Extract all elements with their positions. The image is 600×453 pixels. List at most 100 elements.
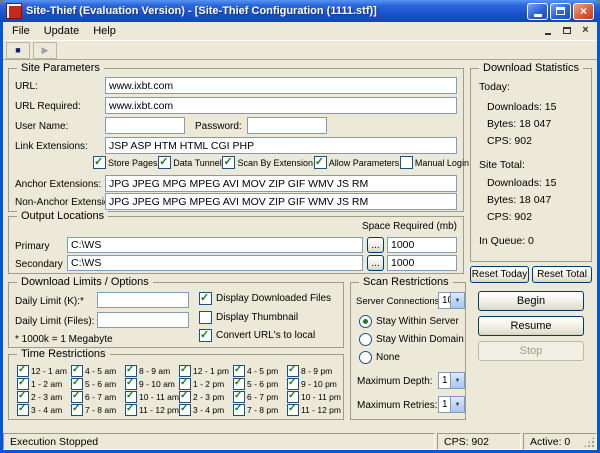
time-slot-checkbox[interactable]: 12 - 1 pm bbox=[179, 364, 233, 377]
manual-login-checkbox[interactable]: Manual Login bbox=[399, 156, 469, 169]
toolbar-play-button[interactable]: ▶ bbox=[33, 41, 57, 59]
display-downloaded-files-checkbox[interactable]: Display Downloaded Files bbox=[199, 291, 332, 305]
time-slot-checkbox[interactable]: 8 - 9 pm bbox=[286, 364, 341, 377]
data-tunnel-checkbox[interactable]: Data Tunnel bbox=[158, 155, 222, 169]
checkbox-box bbox=[199, 291, 212, 305]
secondary-path-input[interactable] bbox=[67, 255, 363, 271]
stay-within-server-radio[interactable]: Stay Within Server bbox=[359, 315, 459, 328]
checkbox-box bbox=[70, 390, 83, 403]
time-slot-checkbox[interactable]: 9 - 10 pm bbox=[286, 377, 341, 390]
menu-file[interactable]: File bbox=[5, 24, 37, 38]
play-icon: ▶ bbox=[41, 44, 49, 55]
display-downloaded-files-label: Display Downloaded Files bbox=[216, 293, 332, 304]
secondary-space-input[interactable] bbox=[387, 255, 457, 271]
time-slot-checkbox[interactable]: 4 - 5 am bbox=[70, 364, 125, 377]
none-radio[interactable]: None bbox=[359, 351, 400, 364]
toolbar-stop-button[interactable]: ■ bbox=[6, 41, 30, 59]
close-button[interactable]: × bbox=[573, 2, 594, 20]
checkbox-box bbox=[232, 390, 245, 403]
checkbox-box bbox=[313, 155, 327, 169]
non-anchor-extensions-input[interactable] bbox=[105, 193, 457, 210]
mdi-close-icon: × bbox=[582, 23, 589, 36]
time-slot-label: 3 - 4 pm bbox=[193, 404, 225, 415]
menubar: File Update Help × bbox=[3, 22, 597, 40]
total-cps: CPS: 902 bbox=[487, 211, 532, 223]
time-slot-checkbox[interactable]: 2 - 3 pm bbox=[179, 390, 233, 403]
status-cps-panel: CPS: 902 bbox=[437, 433, 521, 450]
time-slot-checkbox[interactable]: 3 - 4 am bbox=[17, 403, 71, 416]
time-slot-checkbox[interactable]: 11 - 12 pm bbox=[124, 403, 179, 416]
time-slot-label: 10 - 11 pm bbox=[300, 391, 341, 402]
begin-button[interactable]: Begin bbox=[478, 291, 584, 311]
time-slot-checkbox[interactable]: 1 - 2 am bbox=[17, 377, 71, 390]
time-slot-checkbox[interactable]: 6 - 7 am bbox=[70, 390, 125, 403]
checkbox-box bbox=[222, 155, 236, 169]
mdi-restore-button[interactable] bbox=[558, 23, 575, 37]
close-icon: × bbox=[579, 4, 587, 18]
minimize-button[interactable] bbox=[527, 2, 548, 20]
time-slot-checkbox[interactable]: 5 - 6 am bbox=[70, 377, 125, 390]
time-slot-checkbox[interactable]: 7 - 8 pm bbox=[232, 403, 287, 416]
time-slot-label: 7 - 8 pm bbox=[246, 404, 279, 415]
store-pages-checkbox[interactable]: Store Pages bbox=[93, 155, 158, 169]
user-name-input[interactable] bbox=[105, 117, 185, 134]
server-connections-select[interactable]: 10 ▼ bbox=[438, 292, 465, 309]
maximize-icon bbox=[556, 7, 565, 15]
stay-within-domain-radio[interactable]: Stay Within Domain bbox=[359, 333, 464, 346]
time-slot-checkbox[interactable]: 12 - 1 am bbox=[17, 364, 71, 377]
time-slot-label: 1 - 2 pm bbox=[193, 378, 225, 389]
time-slot-checkbox[interactable]: 10 - 11 pm bbox=[286, 390, 341, 403]
primary-browse-button[interactable]: ... bbox=[367, 237, 384, 253]
maximize-button[interactable] bbox=[550, 2, 571, 20]
time-slot-checkbox[interactable]: 3 - 4 pm bbox=[179, 403, 233, 416]
maximum-depth-select[interactable]: 1 ▼ bbox=[438, 372, 465, 389]
url-input[interactable] bbox=[105, 77, 457, 94]
link-extensions-input[interactable] bbox=[105, 137, 457, 154]
time-slot-checkbox[interactable]: 10 - 11 am bbox=[124, 390, 179, 403]
time-slot-checkbox[interactable]: 6 - 7 pm bbox=[232, 390, 287, 403]
mdi-minimize-button[interactable] bbox=[539, 23, 556, 37]
menu-update[interactable]: Update bbox=[37, 24, 86, 38]
allow-parameters-checkbox[interactable]: Allow Parameters bbox=[313, 155, 399, 169]
radio-circle bbox=[359, 333, 372, 346]
time-slot-checkbox[interactable]: 8 - 9 am bbox=[124, 364, 179, 377]
daily-limit-files-input[interactable] bbox=[97, 312, 189, 328]
url-required-input[interactable] bbox=[105, 97, 457, 114]
time-slot-label: 6 - 7 am bbox=[84, 391, 117, 402]
daily-limit-k-input[interactable] bbox=[97, 292, 189, 308]
time-slot-label: 4 - 5 am bbox=[84, 365, 117, 376]
convert-urls-checkbox[interactable]: Convert URL's to local bbox=[199, 328, 316, 342]
mdi-close-button[interactable]: × bbox=[577, 23, 594, 37]
titlebar[interactable]: Site-Thief (Evaluation Version) - [Site-… bbox=[0, 0, 600, 22]
maximum-retries-select[interactable]: 1 ▼ bbox=[438, 396, 465, 413]
time-slot-checkbox[interactable]: 9 - 10 am bbox=[124, 377, 179, 390]
secondary-browse-button[interactable]: ... bbox=[367, 255, 384, 271]
reset-today-button[interactable]: Reset Today bbox=[470, 266, 529, 283]
link-extensions-label: Link Extensions: bbox=[15, 141, 88, 152]
primary-space-input[interactable] bbox=[387, 237, 457, 253]
time-slot-checkbox[interactable]: 5 - 6 pm bbox=[232, 377, 287, 390]
time-slot-checkbox[interactable]: 11 - 12 pm bbox=[286, 403, 341, 416]
reset-total-button[interactable]: Reset Total bbox=[532, 266, 592, 283]
password-input[interactable] bbox=[247, 117, 327, 134]
today-cps: CPS: 902 bbox=[487, 135, 532, 147]
primary-path-input[interactable] bbox=[67, 237, 363, 253]
checkbox-box bbox=[286, 364, 299, 377]
user-name-label: User Name: bbox=[15, 121, 69, 132]
status-cps-text: CPS: 902 bbox=[444, 435, 489, 448]
time-slot-checkbox[interactable]: 1 - 2 pm bbox=[179, 377, 233, 390]
display-thumbnail-checkbox[interactable]: Display Thumbnail bbox=[199, 311, 298, 324]
time-slot-checkbox[interactable]: 4 - 5 pm bbox=[232, 364, 287, 377]
total-bytes: Bytes: 18 047 bbox=[487, 194, 552, 206]
scan-by-extension-checkbox[interactable]: Scan By Extension bbox=[222, 155, 313, 169]
anchor-extensions-input[interactable] bbox=[105, 175, 457, 192]
convert-urls-label: Convert URL's to local bbox=[216, 330, 316, 341]
none-label: None bbox=[376, 352, 400, 363]
time-slot-checkbox[interactable]: 2 - 3 am bbox=[17, 390, 71, 403]
resize-grip[interactable] bbox=[583, 436, 595, 448]
checkbox-box bbox=[199, 311, 212, 324]
data-tunnel-label: Data Tunnel bbox=[173, 157, 222, 168]
resume-button[interactable]: Resume bbox=[478, 316, 584, 336]
menu-help[interactable]: Help bbox=[86, 24, 123, 38]
time-slot-checkbox[interactable]: 7 - 8 am bbox=[70, 403, 125, 416]
